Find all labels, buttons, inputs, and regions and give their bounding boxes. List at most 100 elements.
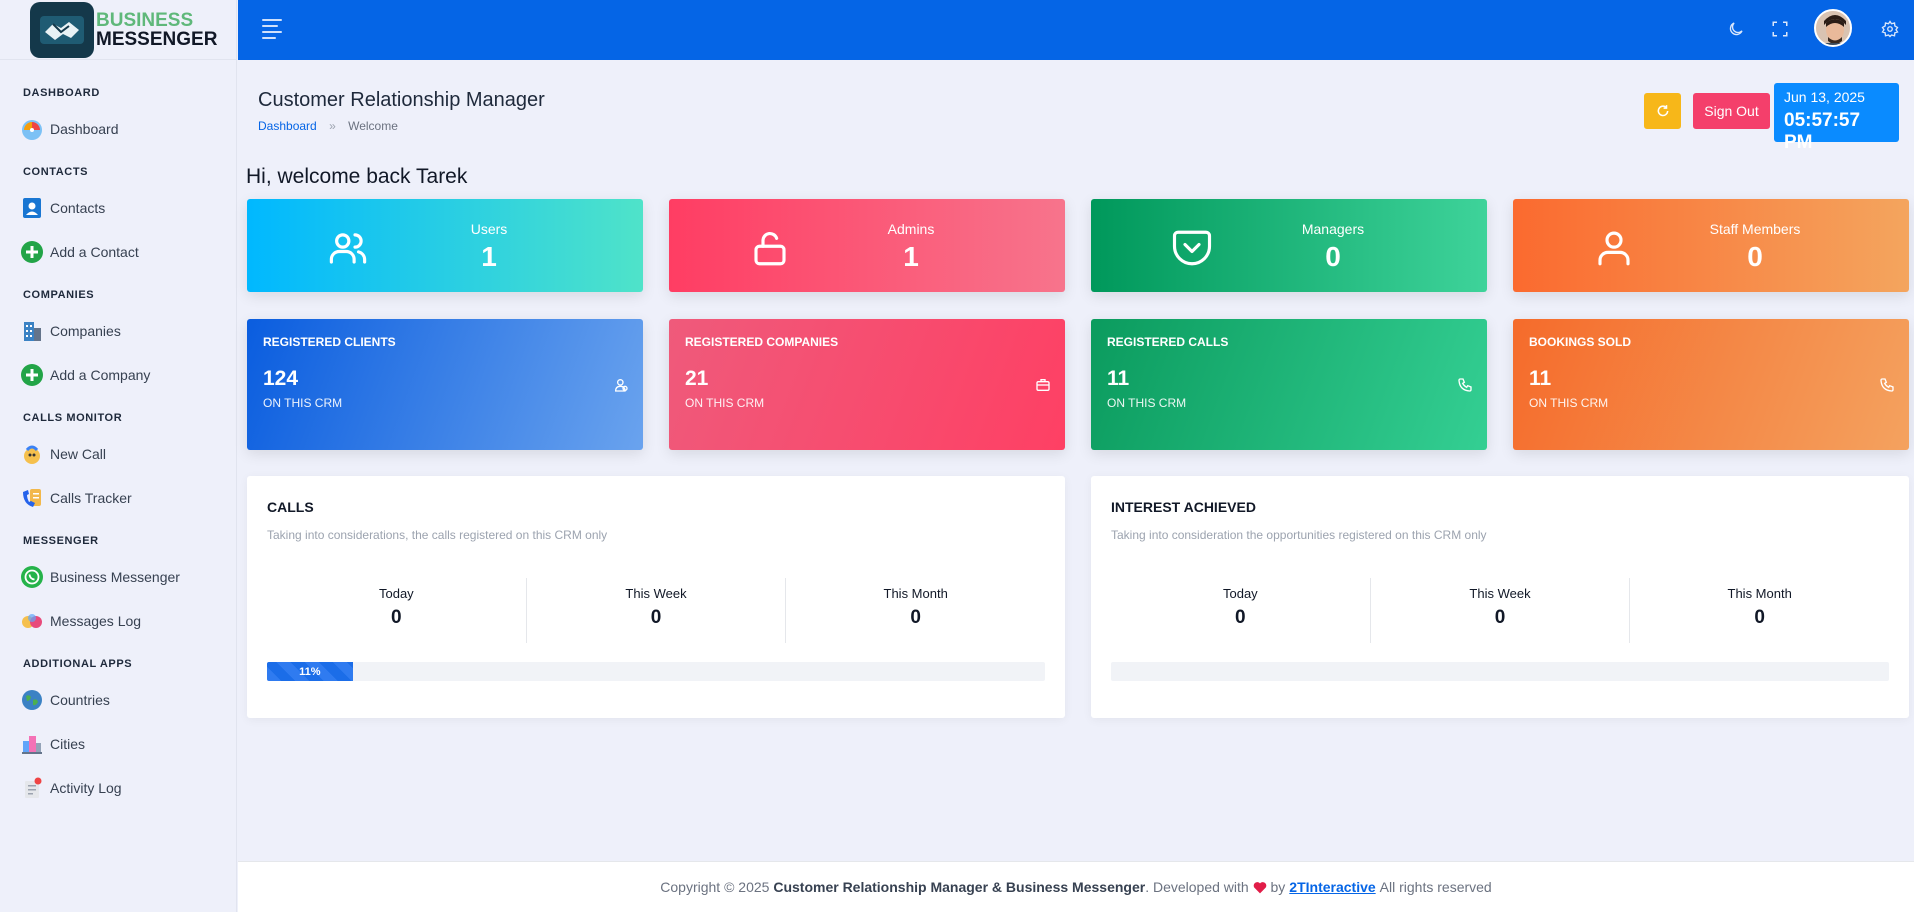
registered-companies-card[interactable]: REGISTERED COMPANIES 21 ON THIS CRM bbox=[669, 319, 1065, 450]
sidebar-item-add-contact[interactable]: Add a Contact bbox=[0, 230, 236, 274]
building-icon bbox=[20, 319, 44, 343]
stat-card-managers[interactable]: Managers 0 bbox=[1091, 199, 1487, 292]
column-label: Today bbox=[378, 586, 414, 601]
moon-icon[interactable] bbox=[1724, 17, 1748, 41]
stat-card-users[interactable]: Users 1 bbox=[247, 199, 643, 292]
card-title: REGISTERED COMPANIES bbox=[685, 335, 839, 349]
stat-card-staff-members[interactable]: Staff Members 0 bbox=[1513, 199, 1909, 292]
card-value: 21 bbox=[685, 367, 709, 390]
clients-icon bbox=[613, 377, 631, 395]
sidebar-item-label: Companies bbox=[50, 323, 121, 339]
interest-achieved-panel: INTEREST ACHIEVED Taking into considerat… bbox=[1091, 476, 1909, 718]
messages-icon bbox=[20, 609, 44, 633]
sidebar-item-messages-log[interactable]: Messages Log bbox=[0, 599, 236, 643]
sidebar-item-label: Activity Log bbox=[50, 780, 122, 796]
phone-icon bbox=[1457, 377, 1475, 395]
registered-clients-card[interactable]: REGISTERED CLIENTS 124 ON THIS CRM bbox=[247, 319, 643, 450]
user-avatar[interactable] bbox=[1814, 9, 1852, 47]
stat-column-today: Today 0 bbox=[267, 578, 527, 643]
column-value: 0 bbox=[910, 607, 921, 628]
section-calls-monitor: CALLS MONITOR bbox=[23, 412, 123, 424]
sidebar-item-contacts[interactable]: Contacts bbox=[0, 186, 236, 230]
refresh-button[interactable] bbox=[1644, 93, 1681, 129]
sidebar-item-countries[interactable]: Countries bbox=[0, 678, 236, 722]
sidebar-item-label: New Call bbox=[50, 446, 107, 462]
section-additional-apps: ADDITIONAL APPS bbox=[23, 658, 133, 670]
sidebar-item-new-call[interactable]: New Call bbox=[0, 432, 236, 476]
sidebar-item-dashboard[interactable]: Dashboard bbox=[0, 107, 236, 151]
sidebar-item-label: Add a Company bbox=[50, 367, 151, 383]
city-icon bbox=[20, 732, 44, 756]
clock-time: 05:57:57 PM bbox=[1784, 110, 1861, 153]
users-icon bbox=[327, 227, 367, 267]
calls-panel: CALLS Taking into considerations, the ca… bbox=[247, 476, 1065, 718]
sidebar-item-companies[interactable]: Companies bbox=[0, 309, 236, 353]
welcome-heading: Hi, welcome back Tarek bbox=[246, 165, 468, 188]
plus-circle-icon bbox=[20, 363, 44, 387]
sidebar-nav: DASHBOARD Dashboard CONTACTS Contacts Ad… bbox=[0, 60, 236, 810]
stat-column-this-month: This Month 0 bbox=[1630, 578, 1889, 643]
section-dashboard: DASHBOARD bbox=[23, 87, 100, 99]
footer-copyright: Copyright © 2025 bbox=[660, 879, 770, 895]
stat-column-this-week: This Week 0 bbox=[1371, 578, 1631, 643]
gauge-icon bbox=[20, 117, 44, 141]
panel-title: CALLS bbox=[267, 499, 314, 515]
sidebar-item-label: Business Messenger bbox=[50, 569, 180, 585]
sidebar-item-calls-tracker[interactable]: Calls Tracker bbox=[0, 476, 236, 520]
section-messenger: MESSENGER bbox=[23, 535, 99, 547]
globe-icon bbox=[20, 688, 44, 712]
progress-bar: 11% bbox=[267, 662, 1045, 681]
sidebar: BUSINESS MESSENGER DASHBOARD Dashboard C… bbox=[0, 0, 237, 912]
column-label: This Week bbox=[625, 586, 687, 601]
stat-card-admins[interactable]: Admins 1 bbox=[669, 199, 1065, 292]
bookings-sold-card[interactable]: BOOKINGS SOLD 11 ON THIS CRM bbox=[1513, 319, 1909, 450]
sidebar-item-label: Cities bbox=[50, 736, 86, 752]
stat-value: 1 bbox=[903, 241, 919, 272]
footer-app-name: Customer Relationship Manager & Business… bbox=[773, 879, 1146, 895]
handshake-logo-icon bbox=[30, 1, 94, 58]
logo[interactable]: BUSINESS MESSENGER bbox=[0, 0, 236, 60]
footer-company-link[interactable]: 2TInteractive bbox=[1289, 879, 1375, 895]
card-value: 11 bbox=[1529, 367, 1552, 390]
sidebar-item-label: Dashboard bbox=[50, 121, 119, 137]
stat-value: 0 bbox=[1325, 241, 1341, 272]
unlock-icon bbox=[749, 227, 789, 267]
registered-calls-card[interactable]: REGISTERED CALLS 11 ON THIS CRM bbox=[1091, 319, 1487, 450]
refresh-icon bbox=[1657, 105, 1668, 117]
clock-widget: Jun 13, 2025 05:57:57 PM bbox=[1774, 83, 1899, 153]
page-title: Customer Relationship Manager bbox=[258, 89, 545, 111]
pocket-icon bbox=[1171, 227, 1212, 267]
card-value: 124 bbox=[263, 367, 299, 390]
logo-line-2: MESSENGER bbox=[96, 28, 218, 50]
column-label: This Month bbox=[883, 586, 948, 601]
sidebar-item-label: Countries bbox=[50, 692, 110, 708]
panel-title: INTEREST ACHIEVED bbox=[1111, 499, 1256, 515]
column-value: 0 bbox=[1494, 607, 1506, 628]
stat-value: 1 bbox=[481, 241, 497, 272]
fullscreen-icon[interactable] bbox=[1768, 17, 1792, 41]
briefcase-icon bbox=[1035, 377, 1053, 395]
card-subtitle: ON THIS CRM bbox=[263, 396, 343, 410]
column-label: This Month bbox=[1727, 586, 1792, 601]
sidebar-item-cities[interactable]: Cities bbox=[0, 722, 236, 766]
breadcrumb-home-link[interactable]: Dashboard bbox=[258, 119, 317, 133]
stat-column-today: Today 0 bbox=[1111, 578, 1371, 643]
stat-value: 0 bbox=[1747, 241, 1763, 272]
sidebar-item-business-messenger[interactable]: Business Messenger bbox=[0, 555, 236, 599]
sign-out-button[interactable]: Sign Out bbox=[1693, 93, 1770, 129]
gear-icon[interactable] bbox=[1878, 17, 1902, 41]
footer-by: by bbox=[1270, 879, 1286, 895]
footer-developed: . Developed with bbox=[1145, 879, 1249, 895]
sidebar-item-add-company[interactable]: Add a Company bbox=[0, 353, 236, 397]
sidebar-item-label: Add a Contact bbox=[50, 244, 139, 260]
menu-toggle-icon[interactable] bbox=[262, 19, 286, 39]
sidebar-item-label: Calls Tracker bbox=[50, 490, 132, 506]
sidebar-item-activity-log[interactable]: Activity Log bbox=[0, 766, 236, 810]
user-icon bbox=[1593, 227, 1633, 267]
panel-description: Taking into considerations, the calls re… bbox=[267, 528, 608, 542]
breadcrumb-separator: » bbox=[329, 119, 336, 133]
new-call-icon bbox=[20, 442, 44, 466]
sidebar-item-label: Contacts bbox=[50, 200, 106, 216]
card-subtitle: ON THIS CRM bbox=[1529, 396, 1609, 410]
card-title: REGISTERED CALLS bbox=[1107, 335, 1229, 349]
